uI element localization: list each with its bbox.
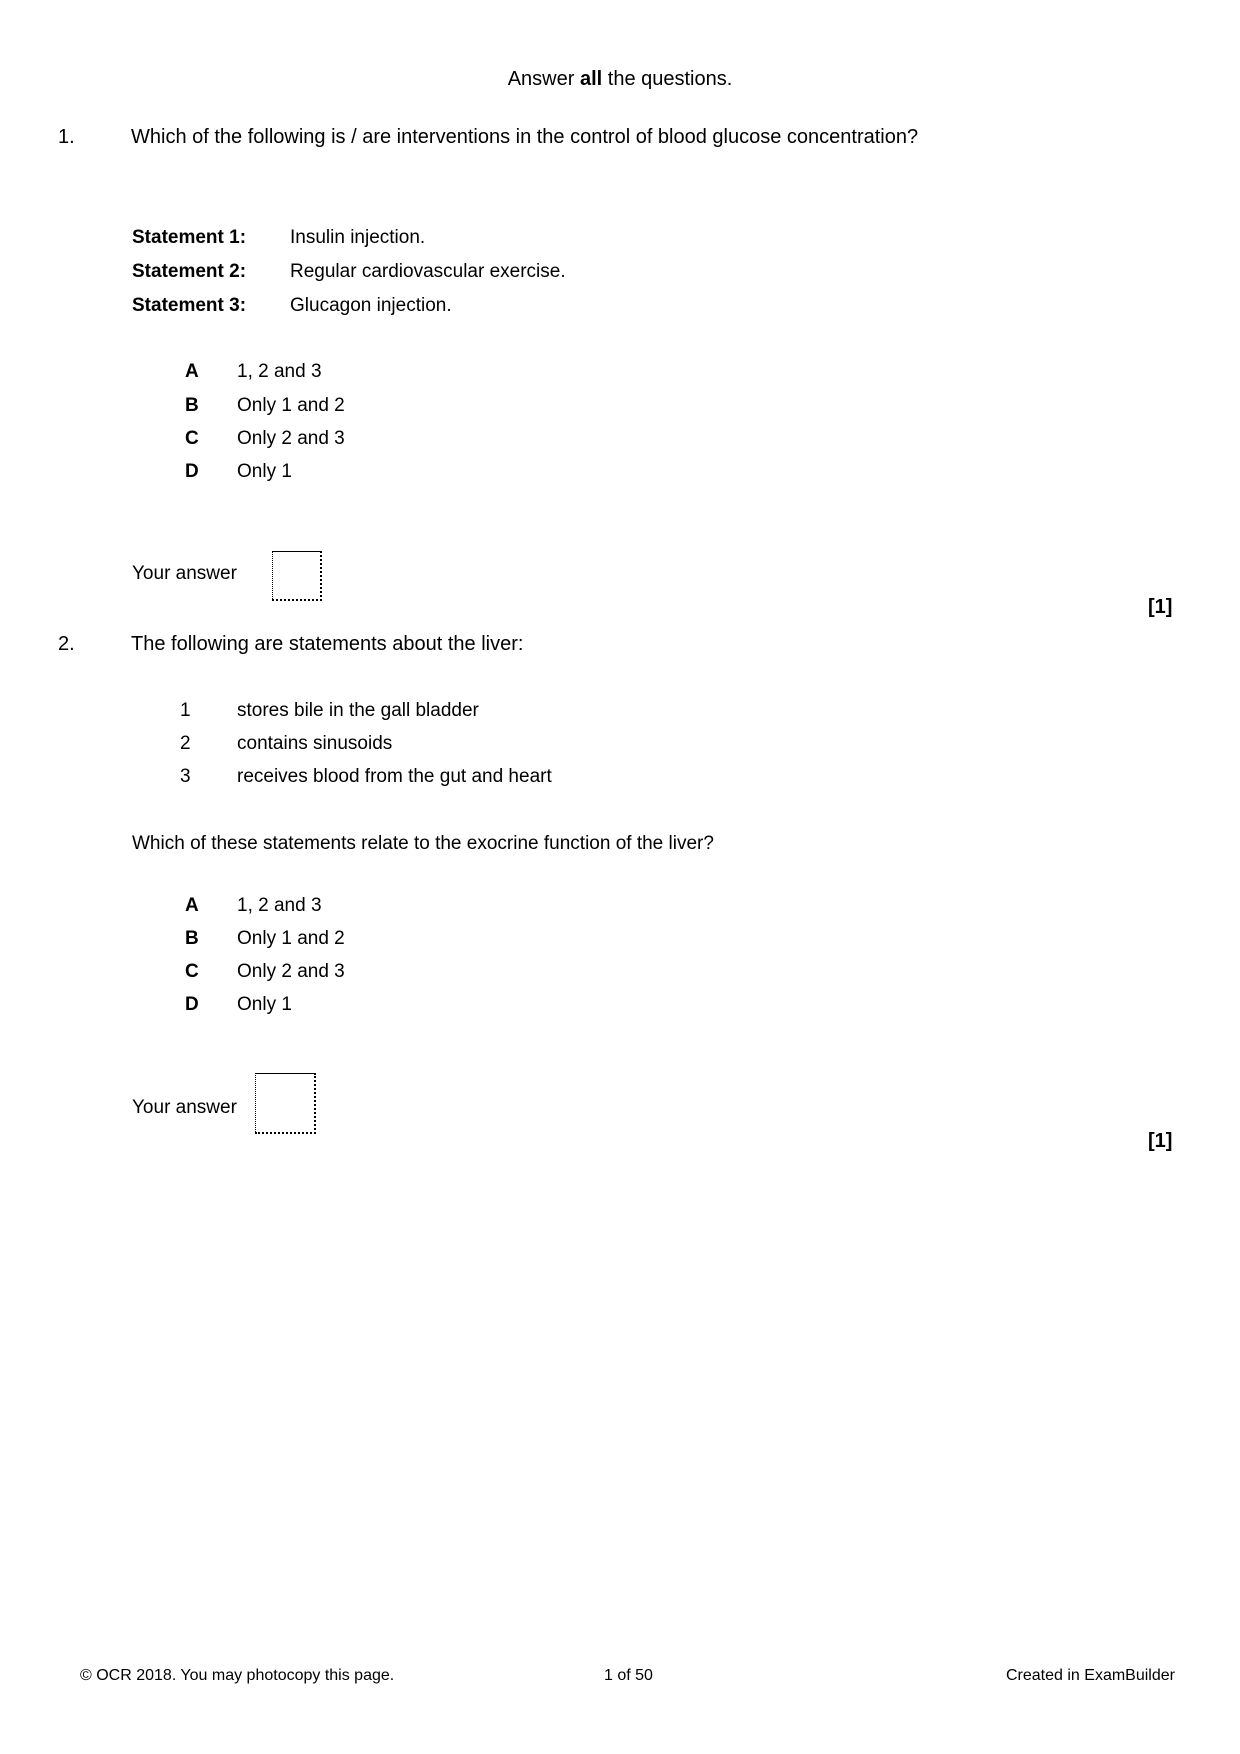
option-text: 1, 2 and 3 (237, 895, 322, 916)
marks: [1] (1148, 596, 1173, 618)
option-text: Only 1 (237, 994, 292, 1015)
question-number: 1. (58, 126, 75, 148)
option-letter: A (185, 361, 199, 382)
statement-text: Glucagon injection. (290, 295, 452, 316)
footer-page-number: 1 of 50 (604, 1667, 653, 1684)
sub-question: Which of these statements relate to the … (132, 833, 714, 854)
answer-box[interactable] (255, 1073, 316, 1134)
instructions-suffix: the questions. (602, 68, 733, 90)
statement-text: Insulin injection. (290, 227, 426, 248)
statement-text: receives blood from the gut and heart (237, 766, 552, 787)
option-text: Only 1 and 2 (237, 928, 345, 949)
option-text: Only 1 and 2 (237, 395, 345, 416)
marks: [1] (1148, 1130, 1173, 1152)
option-letter: D (185, 461, 199, 482)
question-number: 2. (58, 633, 75, 655)
statement-text: contains sinusoids (237, 733, 393, 754)
statement-text: stores bile in the gall bladder (237, 700, 479, 721)
option-text: Only 2 and 3 (237, 961, 345, 982)
question-stem: The following are statements about the l… (131, 633, 524, 655)
instructions-emphasis: all (579, 68, 603, 90)
option-letter: A (185, 895, 199, 916)
statement-label: Statement 1: (132, 227, 247, 248)
footer-credit: Created in ExamBuilder (1006, 1667, 1175, 1684)
statement-text: Regular cardiovascular exercise. (290, 261, 566, 282)
option-text: Only 1 (237, 461, 292, 482)
option-letter: B (185, 928, 199, 949)
statement-label: Statement 2: (132, 261, 247, 282)
question-stem: Which of the following is / are interven… (131, 126, 919, 148)
option-text: Only 2 and 3 (237, 428, 345, 449)
statement-label: 2 (180, 733, 191, 754)
option-text: 1, 2 and 3 (237, 361, 322, 382)
answer-label: Your answer (132, 563, 237, 584)
option-letter: B (185, 395, 199, 416)
instructions-prefix: Answer (507, 68, 580, 90)
answer-box[interactable] (272, 551, 322, 601)
instructions: Answer all the questions. (0, 69, 1240, 89)
statement-label: 3 (180, 766, 191, 787)
option-letter: D (185, 994, 199, 1015)
answer-label: Your answer (132, 1097, 237, 1118)
option-letter: C (185, 961, 199, 982)
statement-label: 1 (180, 700, 191, 721)
statement-label: Statement 3: (132, 295, 247, 316)
option-letter: C (185, 428, 199, 449)
footer-copyright: © OCR 2018. You may photocopy this page. (80, 1667, 395, 1684)
